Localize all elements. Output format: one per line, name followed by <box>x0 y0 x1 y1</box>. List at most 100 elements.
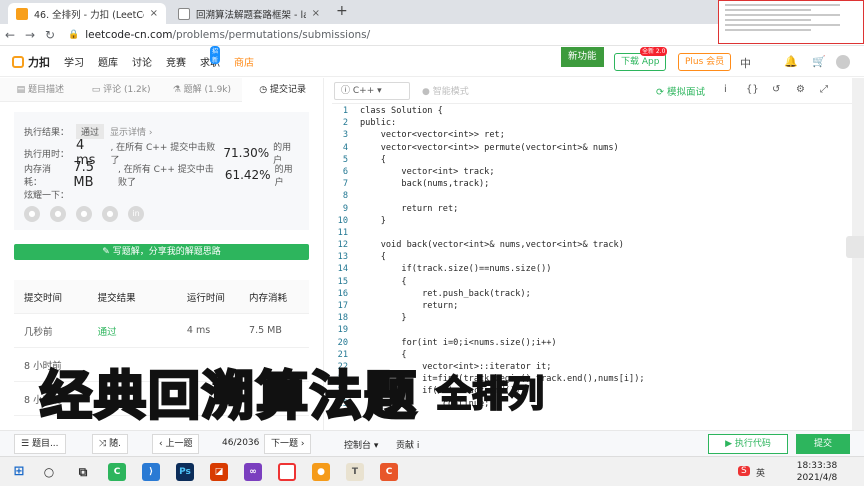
language-switch[interactable]: 中 <box>740 55 751 71</box>
code-line[interactable]: 19 <box>332 324 852 336</box>
cart-icon[interactable]: 🛒 <box>812 55 826 68</box>
vscode-icon[interactable]: ⟩ <box>142 463 160 481</box>
code-line[interactable]: 8 <box>332 190 852 202</box>
code-line[interactable]: 2 public: <box>332 117 852 129</box>
code-line[interactable]: 14 if(track.size()==nums.size()) <box>332 263 852 275</box>
nav-discuss[interactable]: 讨论 <box>132 54 152 69</box>
code-text[interactable]: } <box>352 215 386 227</box>
nav-contest[interactable]: 竞赛 <box>166 54 186 69</box>
code-line[interactable]: 6 vector<int> track; <box>332 166 852 178</box>
code-text[interactable]: class Solution { <box>352 105 443 117</box>
chrome-icon[interactable] <box>278 463 296 481</box>
code-text[interactable] <box>352 227 360 239</box>
forward-icon[interactable]: → <box>20 28 40 42</box>
code-text[interactable]: return; <box>352 300 458 312</box>
next-problem-button[interactable]: 下一题 › <box>264 434 312 454</box>
code-text[interactable]: ret.push_back(track); <box>352 288 531 300</box>
reset-icon[interactable]: ↺ <box>772 84 780 95</box>
task-view-icon[interactable]: ⧉ <box>74 463 92 481</box>
code-text[interactable]: public: <box>352 117 396 129</box>
code-line[interactable]: 5 { <box>332 154 852 166</box>
code-text[interactable]: vector<int> track; <box>352 166 494 178</box>
code-text[interactable]: for(int i=0;i<nums.size();i++) <box>352 337 556 349</box>
code-line[interactable]: 17 return; <box>332 300 852 312</box>
problem-list-button[interactable]: ☰ 题目... <box>14 434 66 454</box>
write-solution-button[interactable]: ✎ 写题解，分享我的解题思路 <box>14 244 309 260</box>
code-text[interactable]: vector<vector<int>> ret; <box>352 129 505 141</box>
contribute-link[interactable]: 贡献 i <box>396 438 419 451</box>
code-line[interactable]: 1 class Solution { <box>332 105 852 117</box>
tab-close-icon[interactable]: × <box>150 8 158 19</box>
code-text[interactable]: void back(vector<int>& nums,vector<int>&… <box>352 239 624 251</box>
qq-share-icon[interactable]: ● <box>76 206 92 222</box>
code-line[interactable]: 7 back(nums,track); <box>332 178 852 190</box>
language-select[interactable]: ⓘ C++ ▾ <box>334 81 410 100</box>
app-c-icon[interactable]: C <box>380 463 398 481</box>
typora-icon[interactable]: T <box>346 463 364 481</box>
nav-store[interactable]: 商店 <box>234 54 254 69</box>
notification-bell-icon[interactable]: 🔔 <box>784 55 798 68</box>
code-line[interactable]: 11 <box>332 227 852 239</box>
run-code-button[interactable]: ▶ 执行代码 <box>708 434 788 454</box>
douban-share-icon[interactable]: ● <box>102 206 118 222</box>
code-line[interactable]: 9 return ret; <box>332 203 852 215</box>
back-icon[interactable]: ← <box>0 28 20 42</box>
settings-icon[interactable]: ⚙ <box>796 84 805 95</box>
leetcode-logo[interactable]: 力扣 <box>12 54 50 70</box>
download-app-button[interactable]: 下载 App 全新 2.0 <box>614 47 668 71</box>
code-line[interactable]: 20 for(int i=0;i<nums.size();i++) <box>332 337 852 349</box>
prev-problem-button[interactable]: ‹ 上一题 <box>152 434 200 454</box>
browser-tab-leetcode[interactable]: 46. 全排列 - 力扣 (LeetCode) × <box>8 3 166 24</box>
browser-tab-labuladong[interactable]: 回溯算法解题套路框架 - labuladong × <box>170 3 328 24</box>
tab-submissions[interactable]: ◷ 提交记录 <box>242 78 323 102</box>
code-text[interactable]: vector<vector<int>> permute(vector<int>&… <box>352 142 619 154</box>
photoshop-icon[interactable]: Ps <box>176 463 194 481</box>
camtasia-icon[interactable]: C <box>108 463 126 481</box>
tab-solutions[interactable]: ⚗ 题解 (1.9k) <box>162 78 243 102</box>
wechat-share-icon[interactable]: ● <box>24 206 40 222</box>
code-text[interactable]: back(nums,track); <box>352 178 489 190</box>
code-text[interactable]: } <box>352 312 406 324</box>
code-text[interactable]: return ret; <box>352 203 458 215</box>
new-tab-button[interactable]: + <box>336 3 348 19</box>
table-row[interactable]: 几秒前 通过 4 ms 7.5 MB <box>14 314 309 348</box>
code-text[interactable] <box>352 190 360 202</box>
app-icon[interactable]: ◪ <box>210 463 228 481</box>
show-details-link[interactable]: 显示详情 › <box>110 125 152 138</box>
tab-comments[interactable]: ▭ 评论 (1.2k) <box>81 78 162 102</box>
submit-button[interactable]: 提交 <box>796 434 850 454</box>
visual-studio-icon[interactable]: ∞ <box>244 463 262 481</box>
code-line[interactable]: 4 vector<vector<int>> permute(vector<int… <box>332 142 852 154</box>
recorder-icon[interactable]: ● <box>312 463 330 481</box>
code-text[interactable] <box>352 324 360 336</box>
code-text[interactable]: if(track.size()==nums.size()) <box>352 263 551 275</box>
avatar[interactable] <box>836 55 850 69</box>
new-feature-button[interactable]: 新功能 <box>561 47 604 67</box>
floating-preview-window[interactable] <box>718 0 864 44</box>
side-panel-handle[interactable] <box>846 236 864 258</box>
nav-learn[interactable]: 学习 <box>64 54 84 69</box>
code-text[interactable]: { <box>352 154 386 166</box>
random-button[interactable]: ⤨ 随. <box>92 434 128 454</box>
nav-jobs[interactable]: 求职 招新 <box>200 46 221 69</box>
system-clock[interactable]: 18:33:38 2021/4/8 <box>782 460 852 484</box>
tab-description[interactable]: ▤ 题目描述 <box>0 78 81 102</box>
code-line[interactable]: 15 { <box>332 276 852 288</box>
code-line[interactable]: 12 void back(vector<int>& nums,vector<in… <box>332 239 852 251</box>
ime-indicator[interactable]: 英 <box>756 466 765 479</box>
search-icon[interactable]: ○ <box>40 463 58 481</box>
code-text[interactable]: { <box>352 251 386 263</box>
linkedin-share-icon[interactable]: in <box>128 206 144 222</box>
code-line[interactable]: 16 ret.push_back(track); <box>332 288 852 300</box>
smart-mode-toggle[interactable]: ● 智能模式 <box>422 84 469 97</box>
code-line[interactable]: 10 } <box>332 215 852 227</box>
windows-start-icon[interactable]: ⊞ <box>10 463 28 481</box>
code-line[interactable]: 18 } <box>332 312 852 324</box>
code-line[interactable]: 13 { <box>332 251 852 263</box>
code-line[interactable]: 3 vector<vector<int>> ret; <box>332 129 852 141</box>
url-field[interactable]: 🔒 leetcode-cn.com /problems/permutations… <box>68 29 370 41</box>
console-toggle[interactable]: 控制台 ▾ <box>344 438 378 451</box>
plus-member-button[interactable]: Plus 会员 <box>678 53 732 71</box>
fullscreen-icon[interactable]: ⤢ <box>820 84 828 95</box>
code-text[interactable]: { <box>352 276 406 288</box>
